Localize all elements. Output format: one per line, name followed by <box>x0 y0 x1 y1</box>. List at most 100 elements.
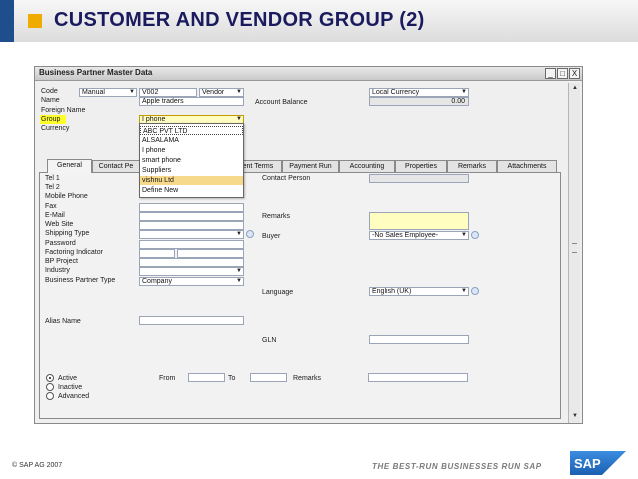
email-field[interactable] <box>139 212 244 221</box>
link-arrow-icon[interactable] <box>246 230 254 238</box>
dropdown-arrow-icon: ▼ <box>236 231 242 237</box>
dropdown-arrow-icon: ▼ <box>236 268 242 274</box>
password-field[interactable] <box>139 240 244 249</box>
tab-contact-persons[interactable]: Contact Pe <box>92 160 140 172</box>
code-label: Code <box>41 88 58 95</box>
maximize-button[interactable]: □ <box>557 68 568 79</box>
fax-label: Fax <box>45 203 57 210</box>
window-titlebar: Business Partner Master Data _ □ X <box>35 67 582 81</box>
slide-title: CUSTOMER AND VENDOR GROUP (2) <box>54 9 425 31</box>
scroll-grip[interactable] <box>572 243 577 253</box>
minimize-button[interactable]: _ <box>545 68 556 79</box>
advanced-label: Advanced <box>58 393 90 400</box>
tab-remarks[interactable]: Remarks <box>447 160 497 172</box>
bp-master-data-window: Business Partner Master Data _ □ X Code … <box>34 66 583 424</box>
dropdown-arrow-icon: ▼ <box>461 288 467 294</box>
link-arrow-icon[interactable] <box>471 287 479 295</box>
dropdown-arrow-icon: ▼ <box>461 232 467 238</box>
password-label: Password <box>45 240 76 247</box>
language-select[interactable]: English (UK) ▼ <box>369 287 469 296</box>
name-label: Name <box>41 97 60 104</box>
currency-type-value: Local Currency <box>372 89 420 96</box>
link-arrow-icon[interactable] <box>471 231 479 239</box>
group-option-selected[interactable]: vishnu Ltd <box>140 176 243 185</box>
email-label: E-Mail <box>45 212 65 219</box>
dropdown-arrow-icon: ▼ <box>236 89 242 95</box>
alias-name-label: Alias Name <box>45 318 81 325</box>
tab-attachments[interactable]: Attachments <box>497 160 557 172</box>
active-radio[interactable] <box>46 374 54 382</box>
from-label: From <box>159 375 176 382</box>
name-field[interactable]: Apple traders <box>139 97 244 106</box>
status-remarks-field[interactable] <box>368 373 468 382</box>
tel2-label: Tel 2 <box>45 184 60 191</box>
industry-select[interactable]: ▼ <box>139 267 244 276</box>
language-label: Language <box>262 289 294 296</box>
from-date-field[interactable] <box>188 373 225 382</box>
foreign-name-label: Foreign Name <box>41 107 86 114</box>
close-button[interactable]: X <box>569 68 580 79</box>
tab-payment-run[interactable]: Payment Run <box>282 160 339 172</box>
account-balance-field: 0.00 <box>369 97 469 106</box>
to-label: To <box>228 375 236 382</box>
currency-type-select[interactable]: Local Currency ▼ <box>369 88 469 97</box>
sap-tagline: THE BEST-RUN BUSINESSES RUN SAP <box>372 462 542 471</box>
gln-label: GLN <box>262 337 277 344</box>
alias-name-field[interactable] <box>139 316 244 325</box>
contact-person-field <box>369 174 469 183</box>
tel1-label: Tel 1 <box>45 175 60 182</box>
scroll-up-icon[interactable]: ▲ <box>570 85 580 94</box>
tab-accounting[interactable]: Accounting <box>339 160 395 172</box>
remarks-field[interactable] <box>369 212 469 230</box>
header-accent-square <box>28 14 42 28</box>
group-option-define-new[interactable]: Define New <box>140 186 243 195</box>
to-date-field[interactable] <box>250 373 287 382</box>
group-option[interactable]: Suppliers <box>140 166 243 175</box>
code-field[interactable]: V002 <box>139 88 197 97</box>
buyer-value: -No Sales Employee- <box>372 232 439 239</box>
bp-type-field[interactable]: Company ▼ <box>139 277 244 286</box>
industry-label: Industry <box>45 267 70 274</box>
bp-type-value: Vendor <box>202 89 225 96</box>
sap-logo-icon: SAP <box>570 451 626 475</box>
tab-properties[interactable]: Properties <box>395 160 447 172</box>
language-value: English (UK) <box>372 288 412 295</box>
group-option[interactable]: ABC PVT LTD <box>140 126 243 135</box>
tab-general[interactable]: General <box>47 159 92 173</box>
slide-header: CUSTOMER AND VENDOR GROUP (2) <box>0 0 638 42</box>
bp-type-select[interactable]: Vendor ▼ <box>199 88 244 97</box>
vertical-scrollbar[interactable]: ▲ ▼ <box>568 83 580 423</box>
shipping-type-select[interactable]: ▼ <box>139 230 244 239</box>
website-label: Web Site <box>45 221 74 228</box>
contact-person-label: Contact Person <box>262 175 311 182</box>
fax-field[interactable] <box>139 203 244 212</box>
group-dropdown-list: ABC PVT LTD ALSALAMA I phone smart phone… <box>139 123 244 198</box>
buyer-label: Buyer <box>262 233 281 240</box>
group-option[interactable]: smart phone <box>140 156 243 165</box>
shipping-type-label: Shipping Type <box>45 230 90 237</box>
sap-logo-text: SAP <box>574 456 601 471</box>
header-blue-bar <box>0 0 14 42</box>
remarks-label: Remarks <box>262 213 291 220</box>
bp-project-field[interactable] <box>139 258 244 267</box>
buyer-select[interactable]: -No Sales Employee- ▼ <box>369 231 469 240</box>
scroll-down-icon[interactable]: ▼ <box>570 413 580 422</box>
active-label: Active <box>58 375 78 382</box>
factoring-indicator-label: Factoring Indicator <box>45 249 103 256</box>
code-mode-select[interactable]: Manual ▼ <box>79 88 137 97</box>
window-title: Business Partner Master Data <box>39 68 153 77</box>
factoring-indicator-field[interactable] <box>139 249 175 258</box>
gln-field[interactable] <box>369 335 469 344</box>
advanced-radio[interactable] <box>46 392 54 400</box>
code-mode-value: Manual <box>82 89 105 96</box>
account-balance-label: Account Balance <box>255 99 308 106</box>
status-remarks-label: Remarks <box>293 375 322 382</box>
inactive-radio[interactable] <box>46 383 54 391</box>
group-option[interactable]: ALSALAMA <box>140 136 243 145</box>
group-option[interactable]: I phone <box>140 146 243 155</box>
group-value: I phone <box>142 116 166 123</box>
dropdown-arrow-icon: ▼ <box>461 89 467 95</box>
inactive-label: Inactive <box>58 384 83 391</box>
bp-type-label: Business Partner Type <box>45 277 116 284</box>
website-field[interactable] <box>139 221 244 230</box>
